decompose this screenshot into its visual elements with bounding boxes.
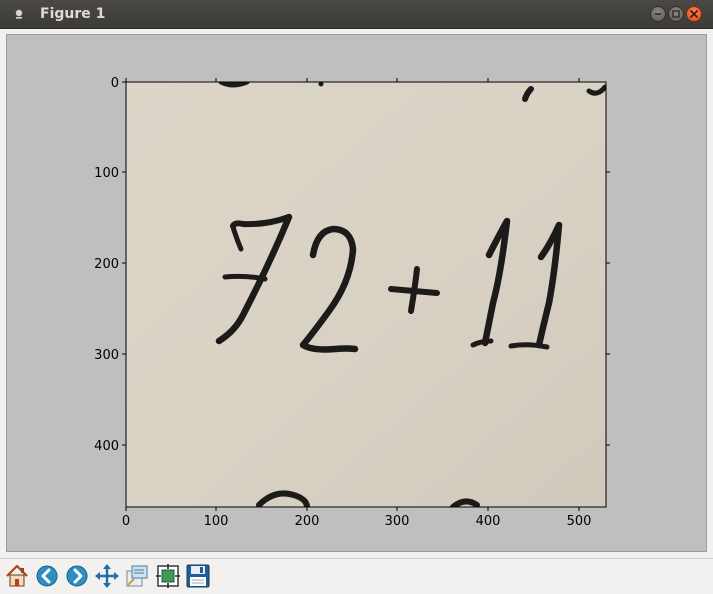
close-button[interactable] — [686, 6, 702, 22]
x-tick-label: 100 — [204, 514, 229, 529]
maximize-icon — [672, 10, 680, 18]
navigation-toolbar — [0, 558, 713, 594]
window-titlebar[interactable]: Figure 1 — [0, 0, 713, 29]
y-tick-label: 100 — [94, 166, 119, 181]
window-title: Figure 1 — [40, 6, 106, 22]
y-tick-label: 300 — [94, 348, 119, 363]
arrow-left-icon — [36, 565, 58, 587]
subplots-icon — [156, 564, 180, 588]
back-button[interactable] — [34, 563, 60, 589]
zoom-rect-icon — [126, 565, 148, 587]
floppy-disk-icon — [186, 564, 210, 588]
minimize-button[interactable] — [650, 6, 666, 22]
arrow-right-icon — [66, 565, 88, 587]
home-button[interactable] — [4, 563, 30, 589]
y-tick-label: 0 — [111, 76, 119, 91]
move-icon — [95, 564, 119, 588]
x-tick-label: 200 — [295, 514, 320, 529]
x-tick-label: 0 — [122, 514, 130, 529]
figure-canvas[interactable]: 0 100 200 300 400 500 0 100 200 300 400 — [6, 34, 707, 552]
close-icon — [690, 10, 698, 18]
forward-button[interactable] — [64, 563, 90, 589]
x-tick-label: 300 — [385, 514, 410, 529]
maximize-button[interactable] — [668, 6, 684, 22]
pan-button[interactable] — [94, 563, 120, 589]
save-button[interactable] — [185, 563, 211, 589]
x-tick-label: 400 — [476, 514, 501, 529]
y-tick-label: 200 — [94, 257, 119, 272]
zoom-button[interactable] — [124, 563, 150, 589]
window-menu-icon[interactable] — [13, 8, 25, 20]
x-tick-label: 500 — [567, 514, 592, 529]
y-tick-label: 400 — [94, 439, 119, 454]
minimize-icon — [655, 13, 661, 15]
subplots-button[interactable] — [155, 563, 181, 589]
handwriting-image — [126, 82, 606, 507]
home-icon — [6, 564, 28, 587]
plot-area: 0 100 200 300 400 500 0 100 200 300 400 — [94, 76, 610, 529]
